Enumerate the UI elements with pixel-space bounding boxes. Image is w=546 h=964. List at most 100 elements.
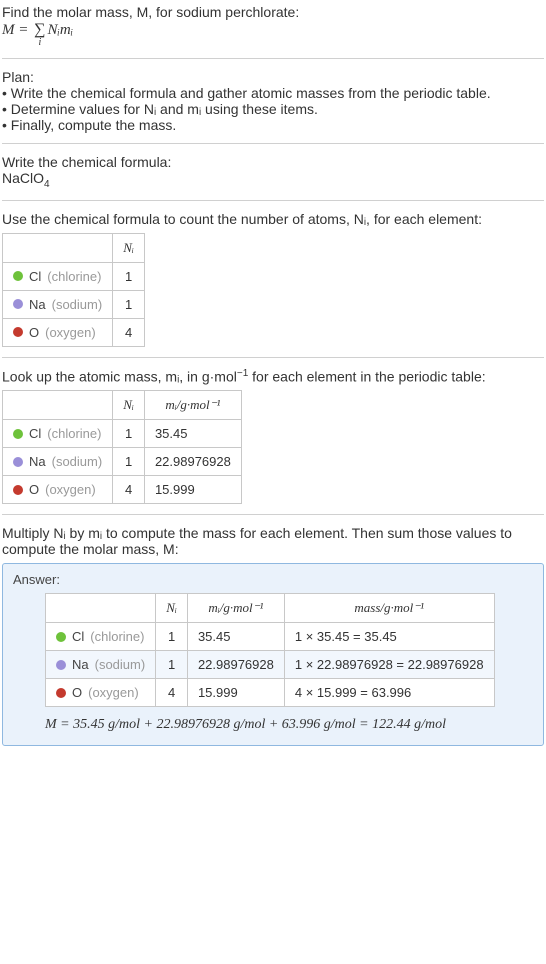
sigma-icon: ∑ <box>34 22 45 38</box>
formula-base: NaClO <box>2 170 44 186</box>
divider <box>2 514 544 515</box>
table-row: Cl (chlorine) 1 <box>3 262 145 290</box>
element-symbol: O <box>72 685 82 700</box>
col-n: Nᵢ <box>156 594 188 623</box>
col-m: mᵢ/g·mol⁻¹ <box>144 391 241 420</box>
m-value: 22.98976928 <box>187 651 284 679</box>
answer-box: Answer: Nᵢ mᵢ/g·mol⁻¹ mass/g·mol⁻¹ Cl (c… <box>2 563 544 746</box>
sigma-index: i <box>38 38 41 48</box>
n-value: 1 <box>113 262 145 290</box>
summation: ∑ i Nᵢmᵢ <box>32 22 73 48</box>
col-n: Nᵢ <box>113 391 145 420</box>
empty-header <box>3 391 113 420</box>
element-symbol: O <box>29 482 39 497</box>
plan: Plan: • Write the chemical formula and g… <box>2 69 544 133</box>
n-value: 1 <box>113 448 145 476</box>
n-value: 4 <box>113 476 145 504</box>
element-cell: Cl (chlorine) <box>13 269 102 284</box>
chemical-formula: NaClO4 <box>2 170 544 190</box>
formula-rhs: Nᵢmᵢ <box>48 22 74 39</box>
col-m: mᵢ/g·mol⁻¹ <box>187 594 284 623</box>
col-mass: mass/g·mol⁻¹ <box>284 594 494 623</box>
divider <box>2 58 544 59</box>
element-name: (sodium) <box>52 297 103 312</box>
element-dot-icon <box>13 457 23 467</box>
element-cell: Na (sodium) <box>56 657 145 672</box>
element-cell: Na (sodium) <box>13 454 102 469</box>
element-symbol: Na <box>72 657 89 672</box>
table-row: Cl (chlorine) 1 35.45 1 × 35.45 = 35.45 <box>46 623 495 651</box>
answer-table: Nᵢ mᵢ/g·mol⁻¹ mass/g·mol⁻¹ Cl (chlorine)… <box>45 593 495 707</box>
element-dot-icon <box>13 327 23 337</box>
multiply-heading: Multiply Nᵢ by mᵢ to compute the mass fo… <box>2 525 544 557</box>
table-row: O (oxygen) 4 <box>3 318 145 346</box>
element-name: (chlorine) <box>47 426 101 441</box>
lookup-mass-heading: Look up the atomic mass, mᵢ, in g·mol−1 … <box>2 368 544 385</box>
divider <box>2 200 544 201</box>
plan-item: • Write the chemical formula and gather … <box>2 85 544 101</box>
element-dot-icon <box>56 632 66 642</box>
col-n: Nᵢ <box>113 233 145 262</box>
intro-line: Find the molar mass, M, for sodium perch… <box>2 4 544 20</box>
element-cell: O (oxygen) <box>13 482 102 497</box>
answer-label: Answer: <box>13 572 533 587</box>
lookup-mass: Look up the atomic mass, mᵢ, in g·mol−1 … <box>2 368 544 505</box>
element-dot-icon <box>13 271 23 281</box>
element-cell: Cl (chlorine) <box>13 426 102 441</box>
table-row: Na (sodium) 1 22.98976928 1 × 22.9897692… <box>46 651 495 679</box>
mass-value: 1 × 22.98976928 = 22.98976928 <box>284 651 494 679</box>
table-header-row: Nᵢ mᵢ/g·mol⁻¹ <box>3 391 242 420</box>
table-header-row: Nᵢ <box>3 233 145 262</box>
table-row: Cl (chlorine) 1 35.45 <box>3 420 242 448</box>
n-value: 1 <box>113 290 145 318</box>
table-header-row: Nᵢ mᵢ/g·mol⁻¹ mass/g·mol⁻¹ <box>46 594 495 623</box>
element-dot-icon <box>56 688 66 698</box>
table-row: O (oxygen) 4 15.999 <box>3 476 242 504</box>
count-atoms-heading: Use the chemical formula to count the nu… <box>2 211 544 227</box>
molar-mass-formula: M = ∑ i Nᵢmᵢ <box>2 22 544 48</box>
element-symbol: Na <box>29 454 46 469</box>
element-symbol: Cl <box>72 629 84 644</box>
divider <box>2 357 544 358</box>
element-name: (chlorine) <box>47 269 101 284</box>
element-symbol: O <box>29 325 39 340</box>
element-name: (sodium) <box>52 454 103 469</box>
m-value: 15.999 <box>187 679 284 707</box>
n-value: 1 <box>156 651 188 679</box>
empty-header <box>46 594 156 623</box>
element-cell: O (oxygen) <box>13 325 102 340</box>
heading-text-a: Look up the atomic mass, mᵢ, in g·mol <box>2 368 237 384</box>
m-value: 22.98976928 <box>144 448 241 476</box>
n-value: 1 <box>156 623 188 651</box>
lookup-mass-table: Nᵢ mᵢ/g·mol⁻¹ Cl (chlorine) 1 35.45 Na (… <box>2 390 242 504</box>
element-name: (sodium) <box>95 657 146 672</box>
divider <box>2 143 544 144</box>
mass-value: 4 × 15.999 = 63.996 <box>284 679 494 707</box>
element-name: (oxygen) <box>45 482 96 497</box>
plan-item: • Determine values for Nᵢ and mᵢ using t… <box>2 101 544 117</box>
m-value: 35.45 <box>187 623 284 651</box>
write-formula: Write the chemical formula: NaClO4 <box>2 154 544 190</box>
plan-item: • Finally, compute the mass. <box>2 117 544 133</box>
formula-lhs: M = <box>2 22 32 38</box>
table-row: Na (sodium) 1 <box>3 290 145 318</box>
table-row: O (oxygen) 4 15.999 4 × 15.999 = 63.996 <box>46 679 495 707</box>
element-name: (chlorine) <box>90 629 144 644</box>
formula-subscript: 4 <box>44 179 50 190</box>
m-value: 15.999 <box>144 476 241 504</box>
n-value: 4 <box>156 679 188 707</box>
n-value: 4 <box>113 318 145 346</box>
empty-header <box>3 233 113 262</box>
heading-text-b: for each element in the periodic table: <box>248 368 485 384</box>
element-cell: Na (sodium) <box>13 297 102 312</box>
element-cell: Cl (chlorine) <box>56 629 145 644</box>
element-cell: O (oxygen) <box>56 685 145 700</box>
intro: Find the molar mass, M, for sodium perch… <box>2 4 544 48</box>
element-name: (oxygen) <box>88 685 139 700</box>
plan-heading: Plan: <box>2 69 544 85</box>
write-formula-heading: Write the chemical formula: <box>2 154 544 170</box>
heading-sup: −1 <box>237 368 248 379</box>
m-value: 35.45 <box>144 420 241 448</box>
element-symbol: Cl <box>29 269 41 284</box>
mass-value: 1 × 35.45 = 35.45 <box>284 623 494 651</box>
